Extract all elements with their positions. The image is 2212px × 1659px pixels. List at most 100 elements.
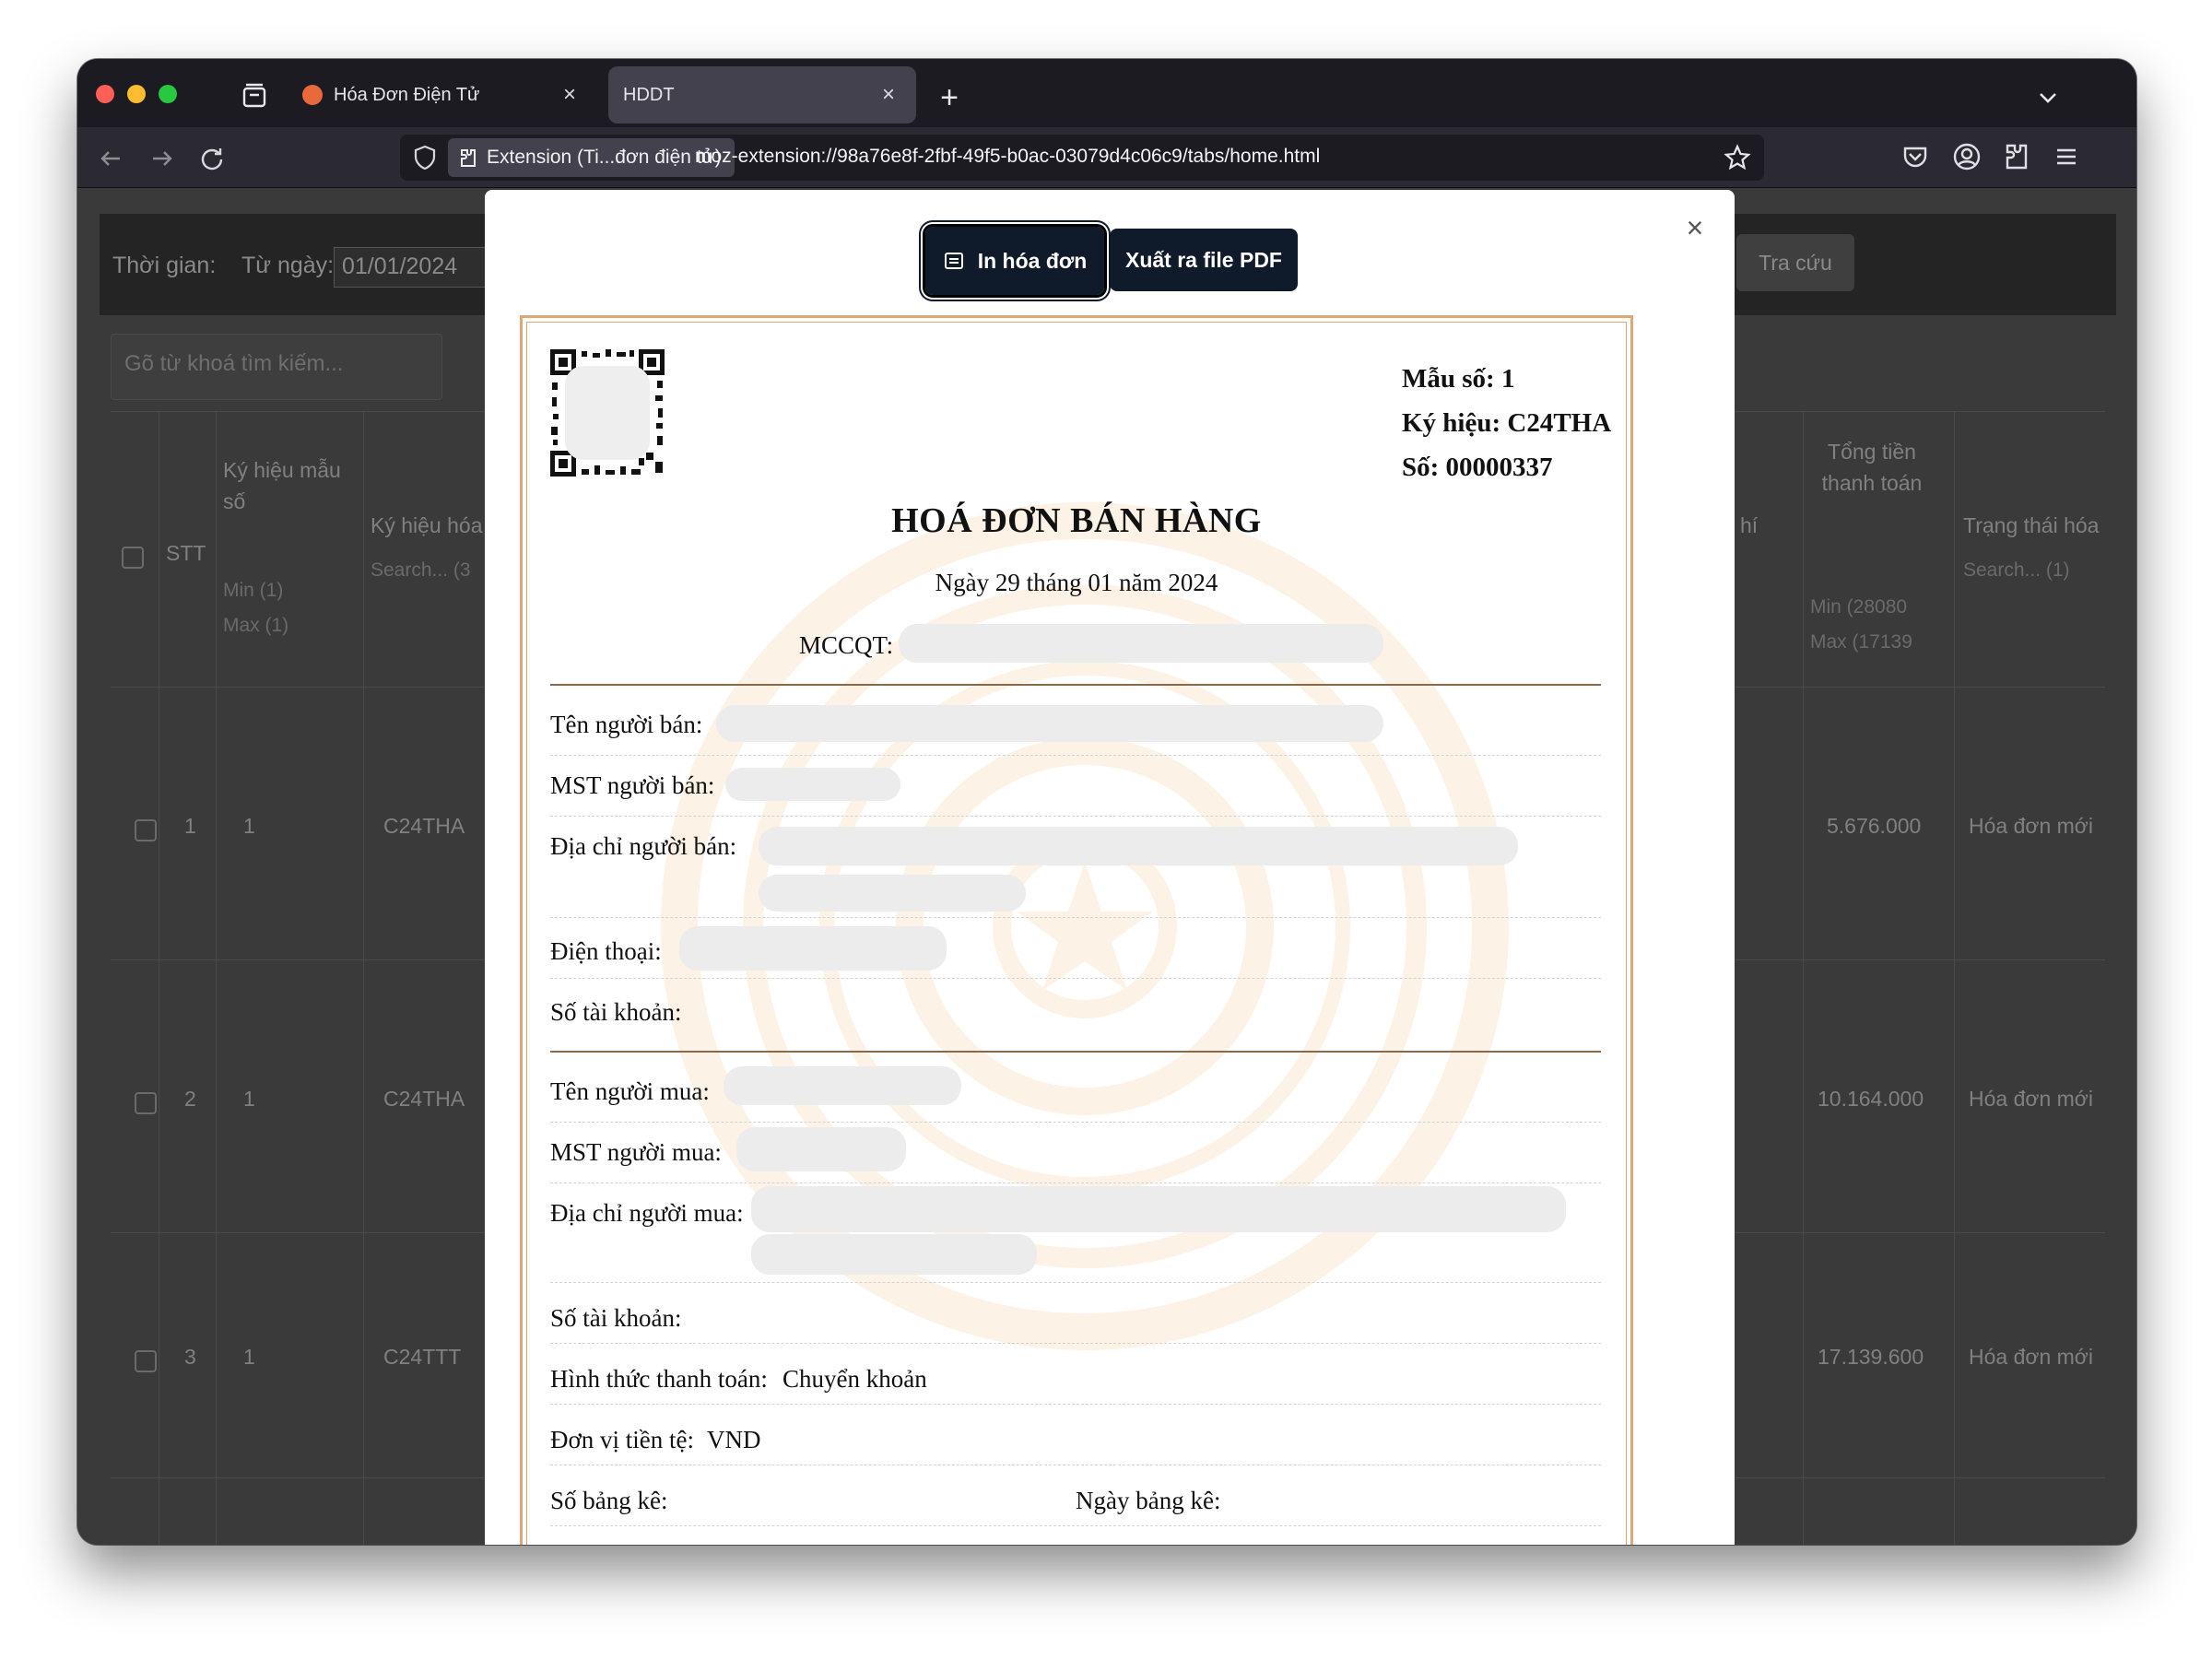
redacted-value [751, 1186, 1566, 1232]
extension-identity-pill[interactable]: Extension (Ti...đơn điện tử) [448, 138, 735, 177]
menu-icon[interactable] [2050, 140, 2083, 173]
redacted-value [725, 768, 900, 801]
invoice-number: Số: 00000337 [1402, 453, 1553, 482]
column-header-ky-hieu-mau-so: Ký hiệu mẫu số [223, 458, 341, 513]
account-icon[interactable] [1950, 140, 1983, 173]
redacted-value [899, 624, 1383, 663]
row-checkbox[interactable] [135, 1092, 157, 1114]
close-tab-icon[interactable]: × [876, 82, 901, 108]
browser-window: Hóa Đơn Điện Tử × HDDT × + Extension (Ti… [77, 59, 2136, 1545]
currency-label: Đơn vị tiền tệ: [550, 1426, 695, 1453]
redacted-value [759, 875, 1026, 912]
tab-list-icon[interactable] [236, 77, 273, 114]
seller-tax-label: MST người bán: [550, 771, 715, 799]
invoice-document: Mẫu số: 1 Ký hiệu: C24THA Số: 00000337 H… [520, 315, 1633, 1545]
currency-value: VND [707, 1426, 761, 1453]
invoice-form-number: Mẫu số: 1 [1402, 364, 1515, 394]
redacted-value [751, 1234, 1037, 1275]
column-header-tong-tien: Tổng tiền thanh toán [1821, 440, 1923, 495]
row-ky-hieu: C24TTT [383, 1345, 462, 1369]
export-pdf-button[interactable]: Xuất ra file PDF [1110, 229, 1298, 291]
shield-icon[interactable] [411, 144, 439, 171]
qr-code-icon [550, 349, 665, 477]
row-tong-tien: 17.139.600 [1818, 1345, 1924, 1369]
list-number-label: Số bảng kê: [550, 1487, 668, 1514]
payment-method-label: Hình thức thanh toán: [550, 1365, 768, 1393]
chevron-down-icon[interactable] [2030, 79, 2066, 116]
close-modal-icon[interactable]: × [1679, 211, 1711, 244]
redacted-value [724, 1066, 961, 1105]
column-header-ky-hieu-hoa: Ký hiệu hóa [371, 513, 483, 537]
new-tab-button[interactable]: + [927, 76, 971, 120]
min-filter-input[interactable]: Min (1) [223, 580, 352, 609]
from-date-label: Từ ngày: [241, 253, 335, 278]
seller-address-label: Địa chỉ người bán: [550, 832, 737, 860]
max-total-filter-input[interactable]: Max (17139 [1810, 631, 1939, 661]
time-label: Thời gian: [112, 253, 217, 278]
select-all-checkbox[interactable] [122, 547, 144, 569]
tab-hoa-don-dien-tu[interactable]: Hóa Đơn Điện Tử × [288, 66, 597, 124]
row-mau-so: 1 [243, 814, 255, 838]
list-date-label: Ngày bảng kê: [1076, 1487, 1221, 1514]
zoom-window-button[interactable] [159, 85, 177, 103]
tab-hddt[interactable]: HDDT × [608, 66, 916, 124]
invoice-meta: Mẫu số: 1 Ký hiệu: C24THA Số: 00000337 [1402, 357, 1611, 489]
printer-icon [944, 253, 963, 269]
column-header-trang-thai: Trạng thái hóa [1963, 513, 2100, 537]
back-icon[interactable] [92, 140, 129, 177]
row-checkbox[interactable] [135, 1350, 157, 1372]
extension-label: Extension (Ti...đơn điện tử) [487, 147, 722, 168]
row-mau-so: 1 [243, 1087, 255, 1111]
reload-icon[interactable] [194, 140, 230, 177]
site-favicon-icon [302, 85, 323, 105]
redacted-value [759, 827, 1518, 865]
ky-hieu-search-input[interactable]: Search... (3 [371, 559, 500, 589]
print-invoice-button[interactable]: In hóa đơn [923, 224, 1107, 298]
seller-name-label: Tên người bán: [550, 711, 703, 738]
invoice-date: Ngày 29 tháng 01 năm 2024 [935, 569, 1218, 596]
buyer-tax-label: MST người mua: [550, 1138, 722, 1166]
invoice-symbol: Ký hiệu: C24THA [1402, 408, 1612, 438]
url-text[interactable]: moz-extension://98a76e8f-2fbf-49f5-b0ac-… [695, 146, 1320, 168]
from-date-value: 01/01/2024 [342, 253, 458, 279]
payment-method-value: Chuyển khoản [782, 1365, 927, 1393]
row-checkbox[interactable] [135, 819, 157, 841]
extensions-icon[interactable] [2000, 140, 2033, 173]
row-ky-hieu: C24THA [383, 814, 465, 838]
max-filter-input[interactable]: Max (1) [223, 615, 352, 644]
row-ky-hieu: C24THA [383, 1087, 465, 1111]
tab-title: Hóa Đơn Điện Tử [334, 84, 480, 105]
row-stt: 2 [184, 1087, 196, 1111]
min-total-filter-input[interactable]: Min (28080 [1810, 596, 1939, 626]
mccqt-label: MCCQT: [799, 631, 894, 659]
status-search-input[interactable]: Search... (1) [1963, 559, 2092, 589]
tab-title: HDDT [623, 84, 675, 105]
row-trang-thai: Hóa đơn mới [1969, 1345, 2093, 1369]
print-invoice-label: In hóa đơn [977, 248, 1088, 273]
keyword-search-input[interactable]: Gõ từ khoá tìm kiếm... [111, 334, 442, 400]
bookmark-star-icon[interactable] [1724, 144, 1751, 171]
redacted-value [679, 926, 947, 971]
buyer-account-label: Số tài khoản: [550, 1304, 682, 1332]
buyer-name-label: Tên người mua: [550, 1077, 710, 1105]
row-trang-thai: Hóa đơn mới [1969, 814, 2093, 838]
puzzle-icon [461, 149, 476, 167]
row-stt: 3 [184, 1345, 196, 1369]
minimize-window-button[interactable] [127, 85, 146, 103]
redacted-value [716, 705, 1383, 742]
forward-icon[interactable] [144, 140, 181, 177]
url-bar[interactable]: Extension (Ti...đơn điện tử) moz-extensi… [400, 135, 1764, 181]
row-tong-tien: 5.676.000 [1827, 814, 1922, 838]
window-controls [96, 85, 177, 103]
column-header-phi: hí [1740, 513, 1759, 537]
seller-account-label: Số tài khoản: [550, 998, 682, 1026]
search-lookup-button[interactable]: Tra cứu [1736, 234, 1854, 291]
pocket-icon[interactable] [1899, 140, 1932, 173]
redacted-value [736, 1127, 906, 1171]
row-tong-tien: 10.164.000 [1818, 1087, 1924, 1111]
page-content: Thời gian: Từ ngày: 01/01/2024 Tra cứu G… [77, 188, 2136, 1545]
column-header-stt: STT [166, 541, 206, 565]
close-tab-icon[interactable]: × [557, 82, 582, 108]
close-window-button[interactable] [96, 85, 114, 103]
buyer-address-label: Địa chỉ người mua: [550, 1199, 744, 1227]
